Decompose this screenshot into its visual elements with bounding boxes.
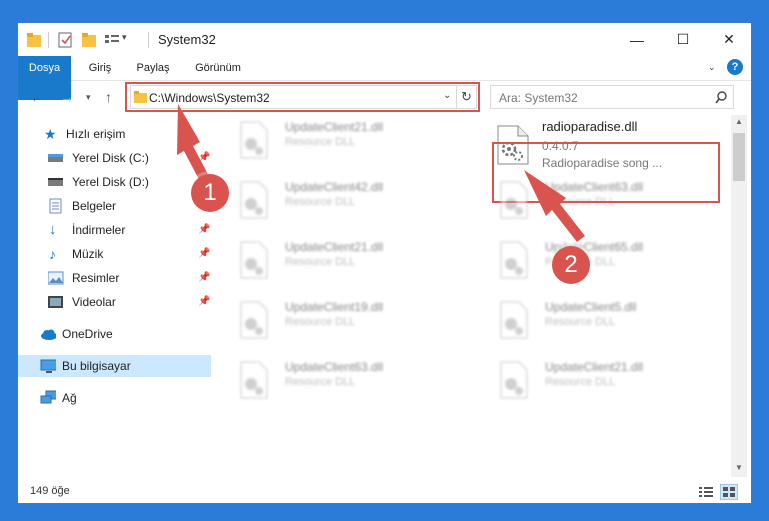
annotation-overlay — [177, 104, 585, 242]
step-badge-2: 2 — [552, 246, 590, 284]
arrow-2 — [524, 170, 585, 242]
step-badge-1: 1 — [191, 174, 229, 212]
